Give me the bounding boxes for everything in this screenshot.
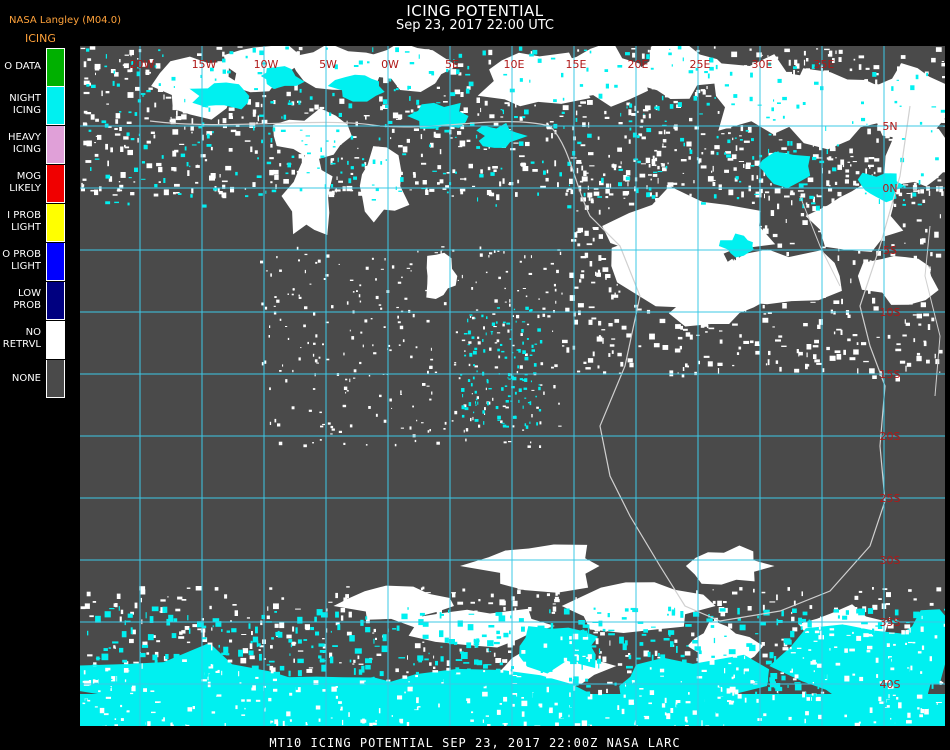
legend-label: LOW PROB — [13, 288, 41, 311]
legend-label: MOG LIKELY — [9, 171, 41, 194]
legend-swatch — [46, 243, 65, 281]
legend-swatch — [46, 204, 65, 242]
latitude-label: 20S — [880, 430, 901, 443]
longitude-label: 5E — [445, 58, 459, 71]
legend-swatch — [46, 48, 65, 87]
longitude-label: 0W — [381, 58, 399, 71]
cloud-region — [685, 545, 775, 585]
longitude-label: 30E — [752, 58, 773, 71]
longitude-label: 5W — [319, 58, 337, 71]
legend-label: NIGHT ICING — [9, 93, 41, 116]
longitude-label: 25E — [690, 58, 711, 71]
legend-item: I PROB LIGHT — [0, 204, 65, 243]
legend-label: O DATA — [4, 61, 41, 72]
longitude-label: 20W — [130, 58, 155, 71]
cloud-region — [460, 544, 600, 593]
icing-region — [407, 102, 469, 129]
latitude-label: 5S — [883, 244, 897, 257]
cloud-region — [426, 252, 458, 299]
longitude-label: 15E — [566, 58, 587, 71]
legend-item: O DATA — [0, 48, 65, 87]
legend-item: O PROB LIGHT — [0, 243, 65, 282]
longitude-label: 35E — [814, 58, 835, 71]
cloud-region — [281, 146, 333, 235]
latitude-label: 35S — [880, 616, 901, 629]
latitude-label: 15S — [880, 368, 901, 381]
footer-caption: MT10 ICING POTENTIAL SEP 23, 2017 22:00Z… — [269, 736, 681, 750]
legend-item: LOW PROB — [0, 282, 65, 321]
icing-map: 20W 15W 10W 5W 0W 5E 10E 15E 20E 25E 30E 35E 5N 0N 5S 1… — [80, 46, 945, 726]
legend-item: MOG LIKELY — [0, 165, 65, 204]
latitude-label: 0N — [882, 182, 897, 195]
legend-label: I PROB LIGHT — [7, 210, 41, 233]
timestamp: Sep 23, 2017 22:00 UTC — [395, 18, 555, 33]
latitude-label: 10S — [880, 306, 901, 319]
icing-speckle — [460, 306, 543, 429]
longitude-label: 10E — [504, 58, 525, 71]
latitude-label: 40S — [880, 678, 901, 691]
legend-label: O PROB LIGHT — [2, 249, 41, 272]
coastline — [924, 225, 941, 397]
legend-heading: ICING — [25, 32, 56, 45]
legend-label: NO RETRVL — [2, 327, 41, 350]
legend-swatch — [46, 282, 65, 320]
longitude-label: 15W — [192, 58, 217, 71]
legend-label: HEAVY ICING — [8, 132, 41, 155]
legend-swatch — [46, 165, 65, 203]
legend-swatch — [46, 87, 65, 125]
legend-swatch — [46, 126, 65, 164]
latitude-label: 25S — [880, 492, 901, 505]
icing-region — [758, 151, 811, 189]
latitude-label: 30S — [880, 554, 901, 567]
longitude-label: 10W — [254, 58, 279, 71]
cloud-region — [359, 146, 410, 223]
legend-swatch — [46, 321, 65, 359]
legend-item: HEAVY ICING — [0, 126, 65, 165]
legend-item: NIGHT ICING — [0, 87, 65, 126]
legend-item: NONE — [0, 360, 65, 399]
legend-item: NO RETRVL — [0, 321, 65, 360]
legend-label: NONE — [11, 373, 41, 384]
legend-swatch — [46, 360, 65, 398]
latitude-label: 5N — [882, 120, 897, 133]
map-panel[interactable]: 20W 15W 10W 5W 0W 5E 10E 15E 20E 25E 30E 35E 5N 0N 5S 1… — [80, 46, 945, 726]
longitude-label: 20E — [628, 58, 649, 71]
